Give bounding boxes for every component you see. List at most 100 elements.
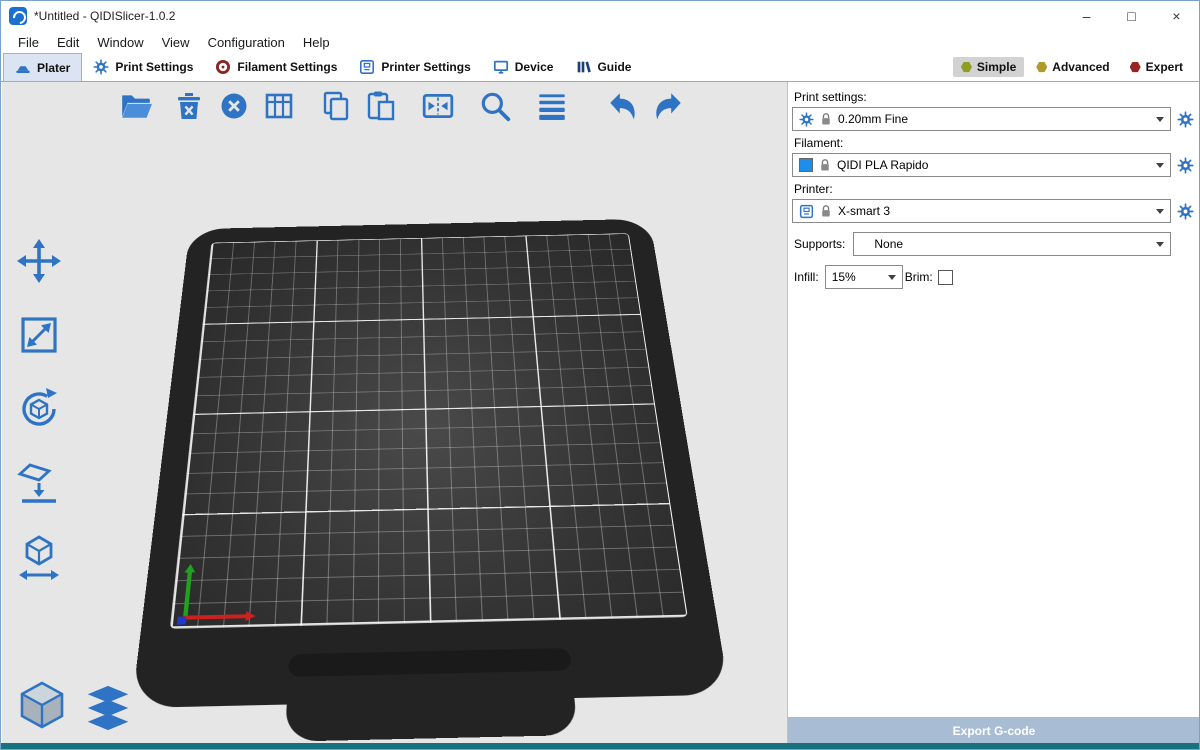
tab-printer-settings[interactable]: Printer Settings [348,53,481,81]
search-button[interactable] [475,86,515,126]
gear-icon [1177,203,1194,220]
gear-icon [1177,157,1194,174]
z-axis-indicator [177,617,187,625]
gear-icon [1177,111,1194,128]
open-folder-icon [119,89,153,123]
arrange-grid-icon [263,90,295,122]
close-button[interactable]: × [1154,1,1199,31]
brim-label: Brim: [905,270,933,284]
guide-books-icon [575,59,591,75]
tab-device[interactable]: Device [482,53,565,81]
3d-editor-view-button[interactable] [16,679,68,736]
device-monitor-icon [493,59,509,75]
menu-configuration[interactable]: Configuration [199,35,294,50]
paste-icon [365,90,397,122]
scale-tool-button[interactable] [14,311,64,359]
menu-bar: File Edit Window View Configuration Help [1,31,1199,53]
trash-icon [173,90,205,122]
split-objects-button[interactable] [418,86,458,126]
measure-width-icon [16,534,62,580]
rotate-tool-button[interactable] [14,385,64,433]
3d-viewport[interactable] [2,82,787,744]
tab-plater[interactable]: Plater [3,53,82,81]
delete-button[interactable] [169,86,209,126]
redo-icon [651,89,685,123]
brim-checkbox[interactable] [938,270,953,285]
mode-label: Simple [977,60,1016,74]
lock-icon [819,158,831,172]
printer-gear-button[interactable] [1176,202,1194,220]
filament-spool-icon [215,59,231,75]
chevron-down-icon [888,275,896,280]
filament-value: QIDI PLA Rapido [837,158,1146,172]
place-on-face-icon [16,460,62,506]
tab-bar: Plater Print Settings Filament Settings … [1,53,1199,82]
tab-filament-settings[interactable]: Filament Settings [204,53,348,81]
bed-grid-surface [170,233,688,629]
chevron-down-icon [1156,242,1164,247]
open-project-button[interactable] [116,86,156,126]
menu-file[interactable]: File [9,35,48,50]
tab-print-settings[interactable]: Print Settings [82,53,204,81]
arrange-button[interactable] [259,86,299,126]
delete-all-icon [218,90,250,122]
printer-value: X-smart 3 [838,204,1146,218]
window-title: *Untitled - QIDISlicer-1.0.2 [34,9,175,23]
main-toolbar [116,86,693,126]
minimize-button[interactable]: – [1064,1,1109,31]
delete-all-button[interactable] [214,86,254,126]
filament-color-swatch [799,158,813,172]
copy-icon [320,90,352,122]
mode-label: Expert [1146,60,1183,74]
lock-icon [820,204,832,218]
infill-value: 15% [832,270,878,284]
expert-mode-icon [1130,62,1141,73]
printer-label: Printer: [794,182,1194,196]
app-logo-icon [9,7,27,25]
object-manipulation-toolbar [14,237,64,581]
split-icon [421,89,455,123]
tab-guide[interactable]: Guide [564,53,642,81]
filament-combo[interactable]: QIDI PLA Rapido [792,153,1171,177]
undo-button[interactable] [603,86,643,126]
mode-simple[interactable]: Simple [953,57,1024,77]
print-settings-combo[interactable]: 0.20mm Fine [792,107,1171,131]
copy-button[interactable] [316,86,356,126]
printer-combo[interactable]: X-smart 3 [792,199,1171,223]
lock-icon [820,112,832,126]
tab-label: Guide [597,60,631,74]
move-tool-button[interactable] [14,237,64,285]
measure-width-tool-button[interactable] [14,533,64,581]
filament-label: Filament: [794,136,1194,150]
redo-button[interactable] [648,86,688,126]
menu-help[interactable]: Help [294,35,339,50]
mode-expert[interactable]: Expert [1122,57,1191,77]
mode-advanced[interactable]: Advanced [1028,57,1117,77]
menu-edit[interactable]: Edit [48,35,88,50]
paste-button[interactable] [361,86,401,126]
infill-combo[interactable]: 15% [825,265,903,289]
advanced-mode-icon [1036,62,1047,73]
app-window: *Untitled - QIDISlicer-1.0.2 – □ × File … [0,0,1200,750]
status-bar [1,743,1199,749]
supports-label: Supports: [794,237,845,251]
printer-icon [359,59,375,75]
place-on-face-tool-button[interactable] [14,459,64,507]
tab-label: Device [515,60,554,74]
export-gcode-button[interactable]: Export G-code [788,717,1200,744]
view-mode-toolbar [16,679,132,736]
menu-view[interactable]: View [153,35,199,50]
filament-gear-button[interactable] [1176,156,1194,174]
variable-layer-height-button[interactable] [532,86,572,126]
gear-icon [93,59,109,75]
menu-window[interactable]: Window [88,35,152,50]
bed-handle-tab [285,692,578,742]
y-axis-indicator [183,568,193,620]
tab-label: Printer Settings [381,60,470,74]
supports-combo[interactable]: None [853,232,1171,256]
maximize-button[interactable]: □ [1109,1,1154,31]
print-settings-value: 0.20mm Fine [838,112,1146,126]
print-settings-gear-button[interactable] [1176,110,1194,128]
layers-stack-icon [84,685,132,731]
preview-layers-view-button[interactable] [84,685,132,736]
